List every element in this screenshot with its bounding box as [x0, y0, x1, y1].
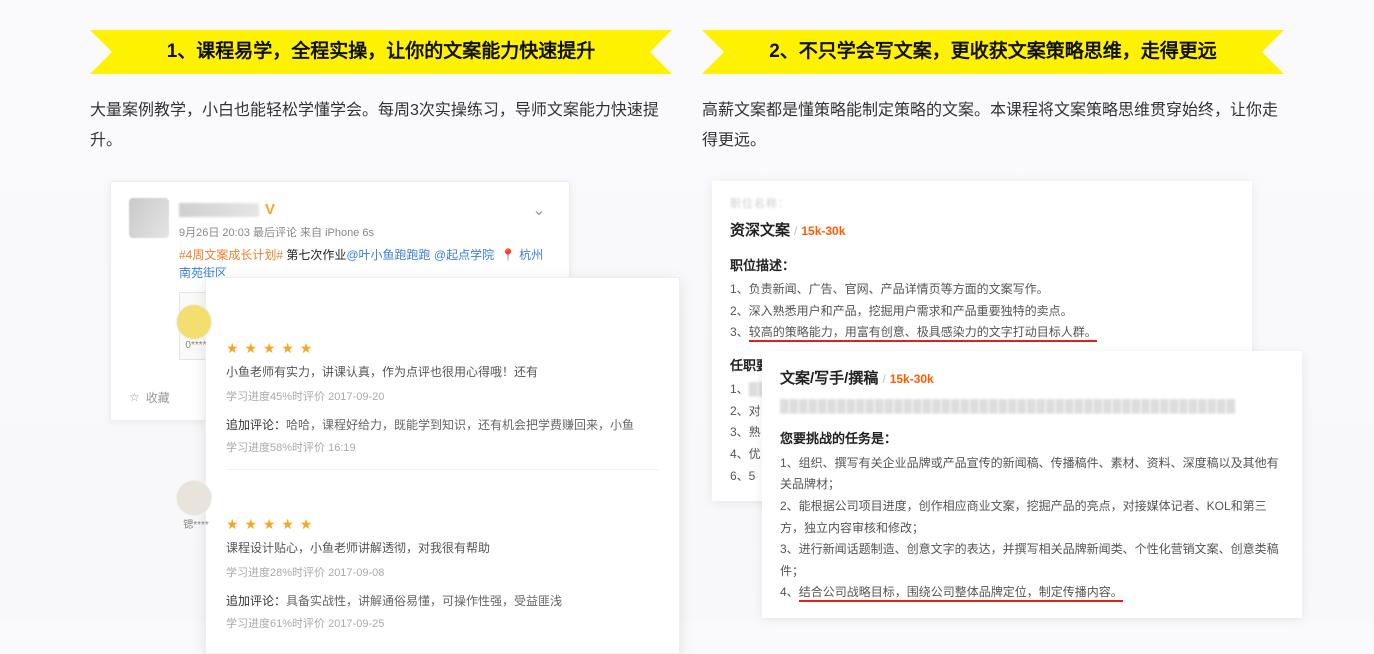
- job-requirements-list: 1、负责新闻、广告、官网、产品详情页等方面的文案写作。 2、深入熟悉用户和产品，…: [730, 279, 1234, 344]
- highlighted-text: 较高的策略能力，用富有创意、极具感染力的文字打动目标人群。: [749, 325, 1097, 342]
- list-item: 3、进行新闻话题制造、创意文字的表达，并撰写相关品牌新闻类、个性化营销文案、创意…: [780, 539, 1284, 582]
- chevron-down-icon[interactable]: ⌄: [527, 198, 551, 222]
- favorite-row[interactable]: ☆ 收藏: [129, 389, 170, 406]
- review-meta: 学习进度28%时评价 2017-09-08: [226, 564, 659, 580]
- list-item: 2、深入熟悉用户和产品，挖掘用户需求和产品重要独特的卖点。: [730, 301, 1234, 323]
- review-avatar: [176, 304, 212, 340]
- list-item: 1、负责新闻、广告、官网、产品详情页等方面的文案写作。: [730, 279, 1234, 301]
- reviews-card: 0**** ★ ★ ★ ★ ★ 小鱼老师有实力，讲课认真，作为点评也很用心得哦！…: [205, 277, 680, 654]
- hashtag[interactable]: #4周文案成长计划#: [179, 248, 283, 262]
- job-title: 文案/写手/撰稿: [780, 370, 878, 387]
- review-item: 0**** ★ ★ ★ ★ ★ 小鱼老师有实力，讲课认真，作为点评也很用心得哦！…: [226, 294, 659, 470]
- left-column: 1、课程易学，全程实操，让你的文案能力快速提升 大量案例教学，小白也能轻松学懂学…: [90, 30, 672, 591]
- review-item: 锶**** ★ ★ ★ ★ ★ 课程设计贴心，小鱼老师讲解透彻，对我很有帮助 学…: [226, 470, 659, 645]
- job-salary: 15k-30k: [890, 372, 934, 386]
- review-meta-2: 学习进度58%时评价 16:19: [226, 439, 659, 455]
- highlighted-text: 结合公司战略目标，围绕公司整体品牌定位，制定传播内容。: [799, 585, 1123, 602]
- right-graphic: 职位名称： 资深文案 / 15k-30k 职位描述： 1、负责新闻、广告、官网、产品…: [702, 181, 1284, 591]
- right-description: 高薪文案都是懂策略能制定策略的文案。本课程将文案策略思维贯穿始终，让你走得更远。: [702, 96, 1284, 157]
- review-text: 小鱼老师有实力，讲课认真，作为点评也很用心得哦！还有: [226, 363, 659, 382]
- addendum-label: 追加评论：: [226, 418, 286, 432]
- slash: /: [794, 224, 797, 238]
- star-icon: ☆: [129, 390, 140, 404]
- list-item: 4、结合公司战略目标，围绕公司整体品牌定位，制定传播内容。: [780, 582, 1284, 604]
- favorite-label: 收藏: [146, 389, 170, 406]
- list-item: 3、较高的策略能力，用富有创意、极具感染力的文字打动目标人群。: [730, 322, 1234, 344]
- list-item: 2、能根据公司项目进度，创作相应商业文案，挖掘产品的亮点，对接媒体记者、KOL和…: [780, 496, 1284, 539]
- blurred-line: ████████████████████████████████████████…: [780, 396, 1284, 418]
- slash: /: [882, 372, 885, 386]
- location-pin-icon: 📍: [501, 248, 516, 262]
- reviewer-name: 0****: [176, 340, 216, 351]
- assignment-text: 第七次作业: [283, 248, 346, 262]
- review-meta: 学习进度45%时评价 2017-09-20: [226, 388, 659, 404]
- right-column: 2、不只学会写文案，更收获文案策略思维，走得更远 高薪文案都是懂策略能制定策略的…: [702, 30, 1284, 591]
- job-title: 资深文案: [730, 222, 790, 239]
- avatar: [129, 198, 169, 238]
- section-heading: 您要挑战的任务是：: [780, 427, 1284, 450]
- username-blurred: [179, 203, 259, 217]
- page: 1、课程易学，全程实操，让你的文案能力快速提升 大量案例教学，小白也能轻松学懂学…: [0, 0, 1374, 621]
- left-description: 大量案例教学，小白也能轻松学懂学会。每周3次实操练习，导师文案能力快速提升。: [90, 96, 672, 157]
- star-rating-icon: ★ ★ ★ ★ ★: [226, 516, 659, 533]
- left-graphic: V ⌄ 9月26日 20:03 最后评论 来自 iPhone 6s #4周文案成…: [90, 181, 672, 591]
- job-card-b: 文案/写手/撰稿 / 15k-30k ███████████████████████…: [762, 351, 1302, 618]
- ribbon-2: 2、不只学会写文案，更收获文案策略思维，走得更远: [702, 30, 1284, 74]
- section-heading: 职位描述：: [730, 254, 1234, 277]
- mention-2[interactable]: @起点学院: [434, 248, 494, 262]
- review-avatar: [176, 480, 212, 516]
- post-meta: 9月26日 20:03 最后评论 来自 iPhone 6s: [179, 224, 551, 240]
- review-addendum: 追加评论：具备实战性，讲解通俗易懂，可操作性强，受益匪浅: [226, 592, 659, 609]
- mention-1[interactable]: @叶小鱼跑跑跑: [346, 248, 430, 262]
- addendum-label: 追加评论：: [226, 594, 286, 608]
- addendum-text: 哈哈，课程好给力，既能学到知识，还有机会把学费赚回来，小鱼: [286, 418, 634, 432]
- reviewer-name: 锶****: [176, 516, 216, 531]
- verified-badge-icon: V: [265, 201, 275, 218]
- review-meta-2: 学习进度61%时评价 2017-09-25: [226, 615, 659, 631]
- job-salary: 15k-30k: [801, 224, 845, 238]
- star-rating-icon: ★ ★ ★ ★ ★: [226, 340, 659, 357]
- list-item: 1、组织、撰写有关企业品牌或产品宣传的新闻稿、传播稿件、素材、资料、深度稿以及其…: [780, 453, 1284, 496]
- ribbon-1: 1、课程易学，全程实操，让你的文案能力快速提升: [90, 30, 672, 74]
- job-tasks-list: 1、组织、撰写有关企业品牌或产品宣传的新闻稿、传播稿件、素材、资料、深度稿以及其…: [780, 453, 1284, 604]
- review-text: 课程设计贴心，小鱼老师讲解透彻，对我很有帮助: [226, 539, 659, 558]
- blurred-label: 职位名称：: [730, 195, 1234, 215]
- addendum-text: 具备实战性，讲解通俗易懂，可操作性强，受益匪浅: [286, 594, 562, 608]
- review-addendum: 追加评论：哈哈，课程好给力，既能学到知识，还有机会把学费赚回来，小鱼: [226, 416, 659, 433]
